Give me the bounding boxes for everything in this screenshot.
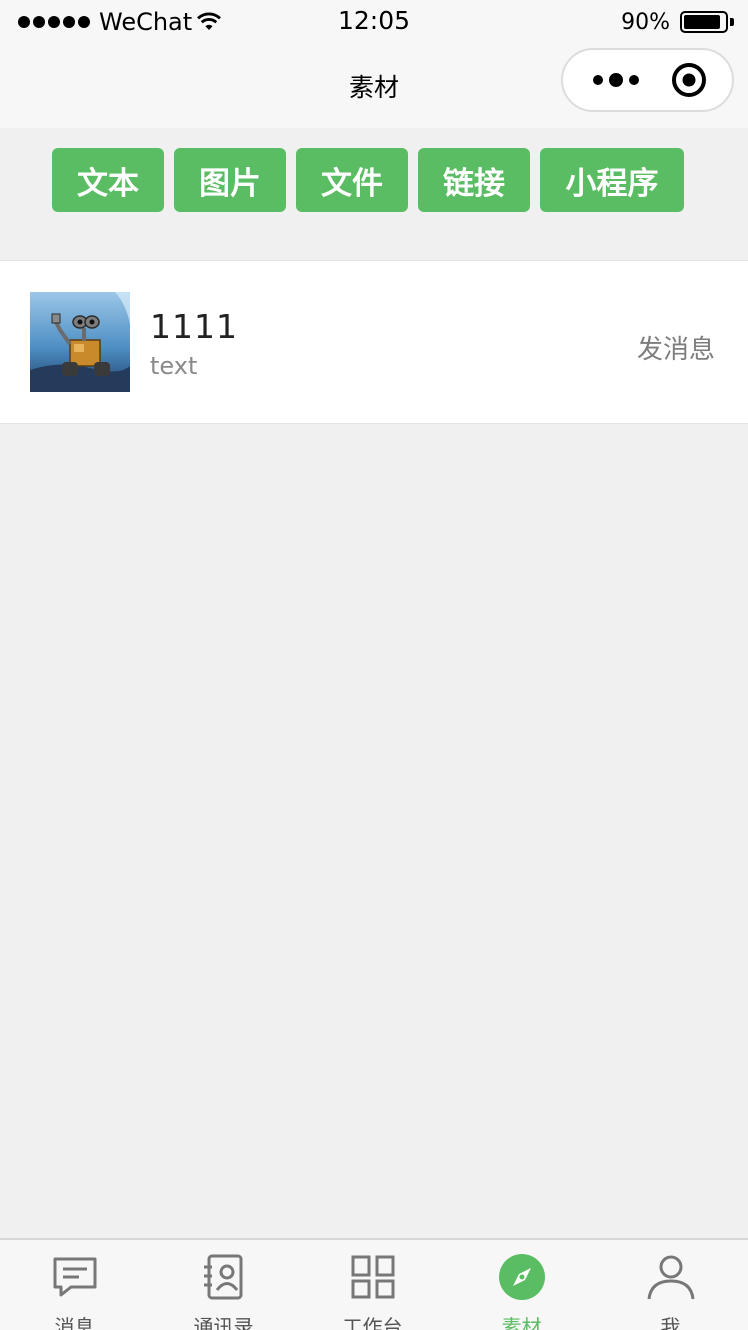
item-thumbnail [30, 292, 130, 392]
tab-label: 工作台 [342, 1315, 403, 1330]
tab-label: 通讯录 [193, 1315, 254, 1330]
item-type: text [150, 352, 198, 380]
grid-icon [351, 1255, 394, 1299]
contacts-icon [203, 1254, 242, 1300]
battery-level-fill [684, 15, 720, 29]
navigation-bar: 素材 [0, 44, 748, 128]
user-icon [647, 1255, 694, 1300]
compass-icon [498, 1254, 545, 1300]
category-miniprogram-button[interactable]: 小程序 [540, 148, 684, 212]
send-message-button[interactable]: 发消息 [637, 329, 715, 366]
chat-icon [53, 1257, 96, 1297]
tab-me[interactable]: 我 [596, 1240, 745, 1330]
category-text-button[interactable]: 文本 [52, 148, 164, 212]
tab-materials[interactable]: 素材 [447, 1240, 596, 1330]
tab-label: 素材 [501, 1315, 542, 1330]
tab-contacts[interactable]: 通讯录 [149, 1240, 298, 1330]
menu-capsule [561, 48, 734, 112]
battery-percentage: 90% [621, 9, 670, 35]
category-file-button[interactable]: 文件 [296, 148, 408, 212]
tab-workbench[interactable]: 工作台 [298, 1240, 447, 1330]
category-link-button[interactable]: 链接 [418, 148, 530, 212]
item-title: 1111 [150, 307, 238, 346]
more-options-icon[interactable] [581, 50, 651, 110]
tab-label: 消息 [54, 1315, 95, 1330]
robot-thumbnail-image [30, 292, 130, 392]
category-image-button[interactable]: 图片 [174, 148, 286, 212]
tab-messages[interactable]: 消息 [0, 1240, 149, 1330]
category-bar: 文本 图片 文件 链接 小程序 [0, 128, 748, 260]
tab-label: 我 [660, 1315, 681, 1330]
battery-tip [730, 18, 734, 26]
status-bar: WeChat 12:05 90% [0, 0, 748, 44]
capsule-divider [649, 66, 650, 96]
tab-bar: 消息 通讯录 工作台 素材 我 [0, 1238, 748, 1330]
close-miniprogram-icon[interactable] [671, 62, 707, 98]
status-right: 90% [621, 8, 734, 36]
material-list: 1111 text 发消息 [0, 260, 748, 424]
battery-icon [680, 11, 728, 33]
